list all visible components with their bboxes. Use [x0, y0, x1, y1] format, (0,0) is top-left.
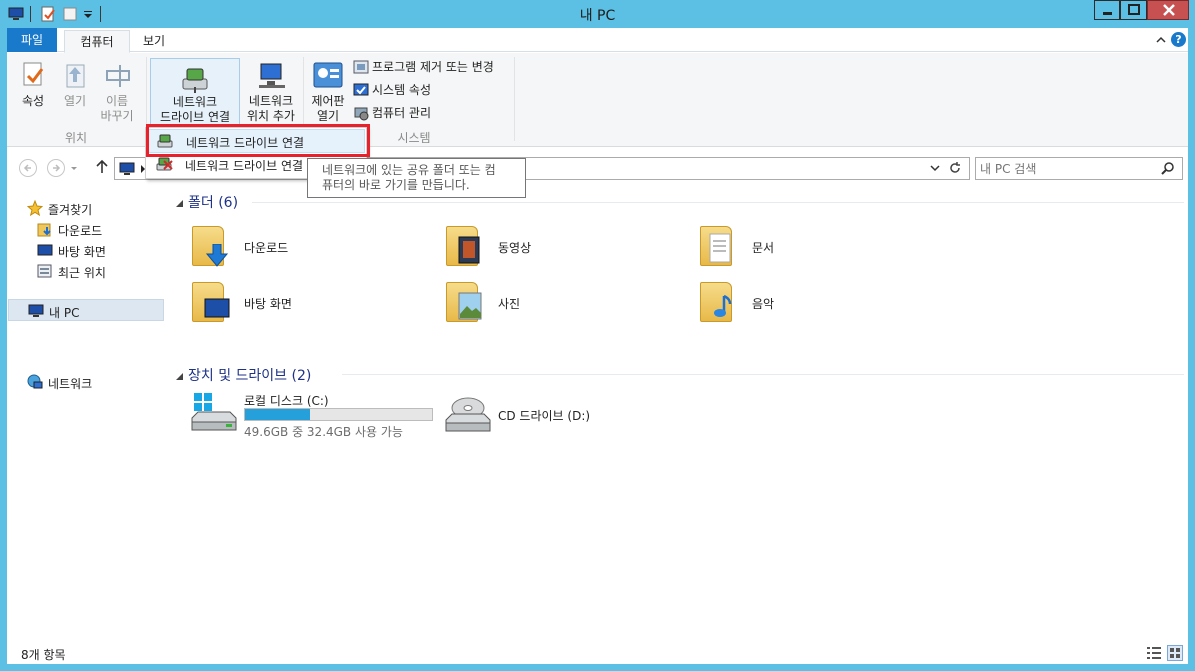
- map-drive-label-1: 네트워크: [172, 95, 218, 109]
- drives-header[interactable]: 장치 및 드라이브 (2): [188, 365, 311, 385]
- minimize-button[interactable]: [1094, 0, 1120, 20]
- drive-c-name: 로컬 디스크 (C:): [244, 394, 329, 408]
- folder-label: 동영상: [498, 241, 532, 255]
- system-properties-label: 시스템 속성: [372, 83, 432, 97]
- search-icon[interactable]: [1160, 161, 1176, 177]
- control-panel-label-2: 열기: [316, 109, 340, 123]
- maximize-button[interactable]: [1120, 0, 1147, 20]
- tooltip-line-1: 네트워크에 있는 공유 폴더 또는 컴: [322, 163, 496, 177]
- nav-network[interactable]: 네트워크: [27, 374, 167, 392]
- drive-c-item[interactable]: 로컬 디스크 (C:) 49.6GB 중 32.4GB 사용 가능: [188, 392, 438, 440]
- ribbon-tab-row: 파일 컴퓨터 보기 ?: [7, 28, 1188, 53]
- close-button[interactable]: [1147, 0, 1189, 20]
- nav-recent-label: 최근 위치: [58, 266, 106, 280]
- folder-item[interactable]: 동영상: [446, 226, 686, 272]
- search-box[interactable]: [975, 157, 1183, 180]
- rename-label-2: 바꾸기: [100, 109, 134, 123]
- large-icons-view-icon[interactable]: [1167, 645, 1183, 661]
- uninstall-program-button[interactable]: 프로그램 제거 또는 변경: [353, 59, 513, 77]
- nav-favorites[interactable]: 즐겨찾기: [27, 200, 167, 218]
- tab-file[interactable]: 파일: [7, 28, 57, 52]
- tab-view[interactable]: 보기: [132, 30, 176, 53]
- rename-label-1: 이름: [105, 94, 129, 108]
- ribbon-separator: [514, 57, 515, 141]
- nav-favorites-label: 즐겨찾기: [48, 203, 93, 217]
- folder-label: 음악: [752, 297, 775, 311]
- drive-c-info: 49.6GB 중 32.4GB 사용 가능: [244, 425, 403, 439]
- status-bar: 8개 항목: [7, 642, 1188, 664]
- nav-desktop[interactable]: 바탕 화면: [37, 242, 167, 260]
- properties-button[interactable]: 속성: [15, 61, 51, 119]
- folder-item[interactable]: 음악: [700, 282, 940, 328]
- nav-recent[interactable]: 최근 위치: [37, 263, 167, 281]
- folder-item[interactable]: 문서: [700, 226, 940, 272]
- uninstall-label: 프로그램 제거 또는 변경: [372, 60, 494, 74]
- back-button[interactable]: [19, 159, 37, 177]
- folder-label: 사진: [498, 297, 521, 311]
- system-properties-button[interactable]: 시스템 속성: [353, 82, 453, 100]
- cd-drive-icon: [445, 397, 491, 432]
- item-count: 8개 항목: [21, 648, 66, 662]
- folders-header[interactable]: 폴더 (6): [188, 192, 238, 212]
- group-location-label: 위치: [64, 131, 88, 145]
- control-panel-label-1: 제어판: [311, 94, 345, 108]
- properties-label: 속성: [21, 94, 45, 108]
- tab-computer[interactable]: 컴퓨터: [64, 30, 130, 53]
- content-pane: 폴더 (6) 다운로드 동영상 문서 바탕 화면 사진 음악 장치 및 드라이브…: [172, 188, 1188, 642]
- add-network-location-button[interactable]: 네트워크 위치 추가: [240, 61, 302, 125]
- drive-d-item[interactable]: CD 드라이브 (D:): [442, 392, 642, 440]
- control-panel-button[interactable]: 제어판 열기: [307, 61, 349, 125]
- open-button[interactable]: 열기: [57, 61, 93, 119]
- tooltip-line-2: 퓨터의 바로 가기를 만듭니다.: [322, 178, 470, 192]
- highlight-box: [146, 124, 370, 157]
- title-bar[interactable]: 내 PC: [0, 0, 1195, 28]
- search-input[interactable]: [980, 159, 1150, 178]
- tooltip: 네트워크에 있는 공유 폴더 또는 컴 퓨터의 바로 가기를 만듭니다.: [307, 158, 526, 198]
- drives-divider: [342, 374, 1184, 375]
- forward-button[interactable]: [47, 159, 65, 177]
- computer-management-button[interactable]: 컴퓨터 관리: [353, 105, 453, 123]
- refresh-icon[interactable]: [947, 160, 963, 176]
- nav-network-label: 네트워크: [48, 377, 93, 391]
- nav-desktop-label: 바탕 화면: [58, 245, 106, 259]
- drive-c-usage-bar: [244, 408, 433, 421]
- nav-downloads[interactable]: 다운로드: [37, 221, 167, 239]
- nav-this-pc[interactable]: 내 PC: [8, 299, 164, 321]
- add-location-label-1: 네트워크: [248, 94, 294, 108]
- add-location-label-2: 위치 추가: [247, 109, 295, 123]
- address-dropdown-icon[interactable]: [927, 160, 943, 176]
- folder-label: 다운로드: [244, 241, 289, 255]
- rename-button[interactable]: 이름 바꾸기: [97, 61, 137, 125]
- details-view-icon[interactable]: [1146, 645, 1162, 661]
- open-label: 열기: [63, 94, 87, 108]
- help-icon[interactable]: ?: [1171, 32, 1186, 47]
- folder-item[interactable]: 사진: [446, 282, 686, 328]
- drive-c-usage-fill: [245, 409, 310, 420]
- window-title: 내 PC: [579, 8, 616, 24]
- map-drive-label-2: 드라이브 연결: [159, 110, 231, 124]
- collapse-ribbon-icon[interactable]: [1155, 34, 1167, 46]
- recent-locations-icon[interactable]: [69, 163, 79, 173]
- folder-item[interactable]: 바탕 화면: [192, 282, 432, 328]
- navigation-pane: 즐겨찾기 다운로드 바탕 화면 최근 위치 내 PC 네트워크: [7, 188, 167, 642]
- hard-drive-icon: [191, 393, 237, 431]
- collapse-drives-icon[interactable]: [175, 370, 184, 380]
- nav-downloads-label: 다운로드: [58, 224, 103, 238]
- nav-this-pc-label: 내 PC: [49, 306, 80, 320]
- map-network-drive-button[interactable]: 네트워크 드라이브 연결: [150, 58, 240, 126]
- collapse-folders-icon[interactable]: [175, 197, 184, 207]
- drive-d-name: CD 드라이브 (D:): [498, 409, 591, 423]
- folder-label: 바탕 화면: [244, 297, 292, 311]
- folder-item[interactable]: 다운로드: [192, 226, 432, 272]
- folder-label: 문서: [752, 241, 775, 255]
- up-button[interactable]: [95, 159, 109, 175]
- folders-divider: [252, 202, 1184, 203]
- computer-management-label: 컴퓨터 관리: [372, 106, 432, 120]
